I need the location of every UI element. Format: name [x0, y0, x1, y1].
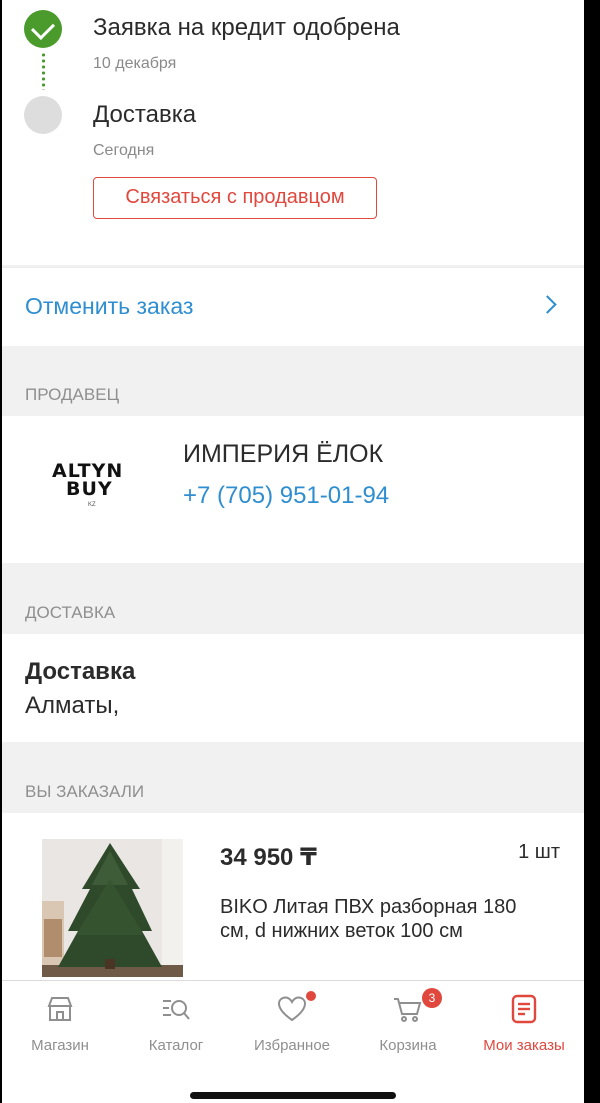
seller-phone-link[interactable]: +7 (705) 951-01-94 — [183, 482, 389, 510]
cart-icon — [394, 998, 422, 1022]
heart-icon — [277, 996, 307, 1022]
step-pending-circle-icon — [24, 96, 62, 134]
tab-label: Избранное — [253, 1037, 331, 1054]
tab-cart[interactable]: 3 Корзина — [350, 981, 466, 1061]
delivery-card: Доставка Алматы, — [2, 634, 584, 742]
cancel-order-row[interactable]: Отменить заказ — [2, 267, 584, 346]
cancel-order-label: Отменить заказ — [25, 293, 194, 319]
bottom-tab-bar: Магазин Каталог Избранное 3 Корзина Мои … — [2, 980, 584, 1103]
seller-card: ALTYN BUY KZ ИМПЕРИЯ ЁЛОК +7 (705) 951-0… — [2, 416, 584, 563]
home-indicator[interactable] — [190, 1092, 396, 1099]
delivery-section-header: ДОСТАВКА — [25, 603, 116, 622]
contact-seller-button[interactable]: Связаться с продавцом — [93, 177, 377, 219]
order-status-timeline: Заявка на кредит одобрена 10 декабря Дос… — [2, 0, 584, 265]
seller-section-header: ПРОДАВЕЦ — [25, 385, 120, 404]
tab-store[interactable]: Магазин — [2, 981, 118, 1061]
step-date: 10 декабря — [93, 55, 177, 72]
order-item-card[interactable]: 34 950 ₸ 1 шт BIKO Литая ПВХ разборная 1… — [2, 813, 584, 983]
seller-logo: ALTYN BUY KZ — [52, 460, 124, 508]
chevron-right-icon — [538, 295, 557, 314]
favorites-badge-dot — [306, 991, 316, 1001]
step-date: Сегодня — [93, 142, 155, 159]
delivery-method: Доставка — [25, 658, 136, 685]
product-price: 34 950 ₸ — [220, 844, 317, 871]
tab-my-orders[interactable]: Мои заказы — [466, 981, 582, 1061]
seller-name: ИМПЕРИЯ ЁЛОК — [183, 440, 384, 468]
step-done-check-icon — [24, 10, 62, 48]
cart-count-badge: 3 — [422, 988, 442, 1008]
product-name: BIKO Литая ПВХ разборная 180 см, d нижни… — [220, 896, 517, 942]
orders-icon — [511, 994, 537, 1024]
timeline-dotted-connector — [42, 52, 45, 90]
tab-catalog[interactable]: Каталог — [118, 981, 234, 1061]
step-title: Заявка на кредит одобрена — [93, 14, 400, 41]
product-quantity: 1 шт — [518, 841, 560, 863]
delivery-address: Алматы, — [25, 692, 120, 719]
product-image — [42, 839, 183, 977]
catalog-search-icon — [163, 1000, 190, 1020]
tab-label: Каталог — [148, 1037, 204, 1054]
step-title: Доставка — [93, 101, 197, 128]
tab-label: Магазин — [31, 1037, 89, 1054]
order-details-screen: Заявка на кредит одобрена 10 декабря Дос… — [2, 0, 584, 1103]
tab-favorites[interactable]: Избранное — [234, 981, 350, 1061]
store-icon — [47, 997, 73, 1021]
order-section-header: ВЫ ЗАКАЗАЛИ — [25, 782, 145, 801]
tab-label: Корзина — [379, 1037, 437, 1054]
tab-label: Мои заказы — [483, 1037, 565, 1054]
